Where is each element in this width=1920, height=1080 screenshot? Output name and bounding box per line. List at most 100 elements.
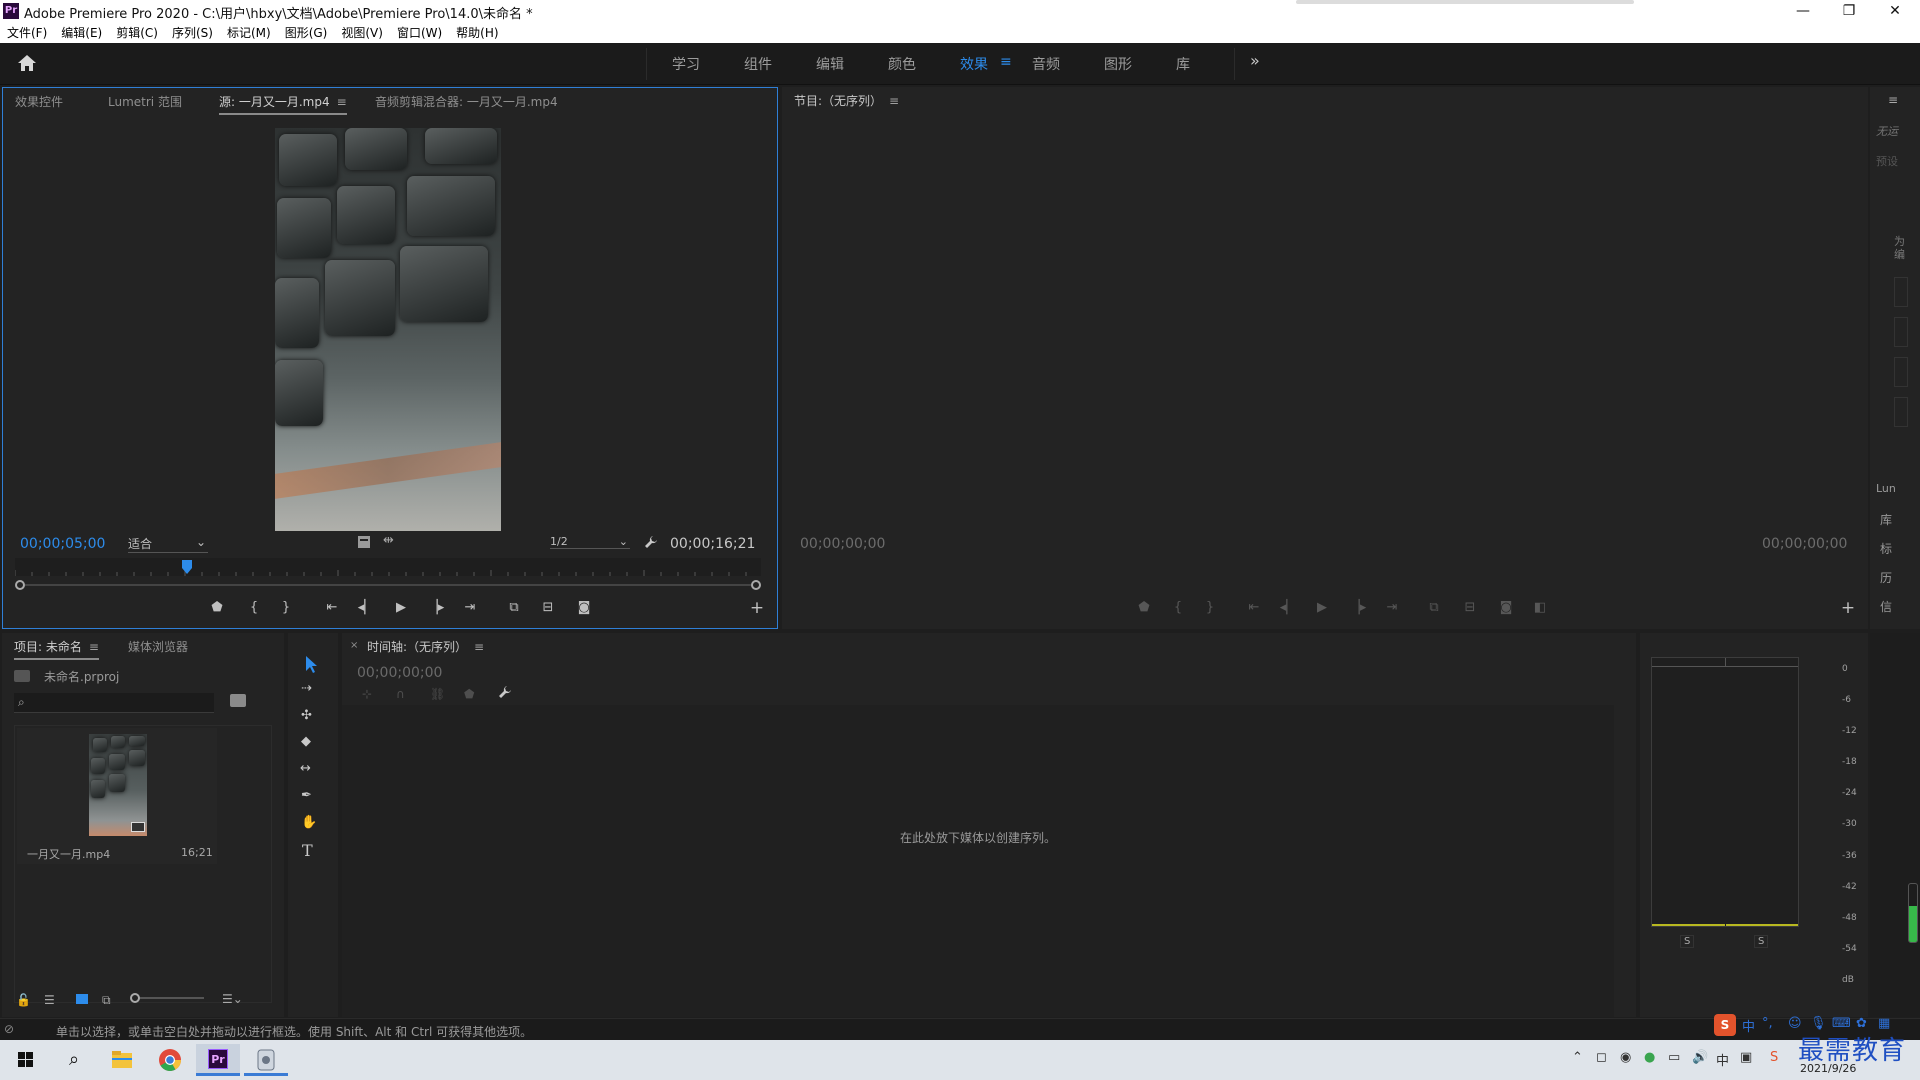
tab-lumetri-scopes[interactable]: Lumetri 范围 (108, 93, 182, 110)
comparison-view-icon[interactable]: ◧ (1528, 600, 1552, 615)
wrench-icon[interactable] (644, 535, 658, 552)
menu-clip[interactable]: 剪辑(C) (116, 24, 158, 41)
list-view-icon[interactable]: ☰ (44, 993, 55, 1007)
ripple-edit-tool-icon[interactable]: ✣ (301, 708, 312, 723)
hand-tool-icon[interactable]: ✋ (301, 815, 317, 830)
workspace-tab-color[interactable]: 颜色 (888, 54, 916, 74)
workspace-tab-editing[interactable]: 编辑 (816, 54, 844, 74)
new-bin-icon[interactable] (230, 694, 246, 707)
extract-icon[interactable]: ⊟ (1458, 600, 1482, 615)
close-button[interactable]: ✕ (1872, 0, 1918, 22)
add-marker-icon[interactable]: ⬟ (205, 600, 229, 615)
close-tab-icon[interactable]: × (350, 640, 358, 651)
pen-tool-icon[interactable]: ✒ (301, 788, 312, 803)
media-app-icon[interactable] (244, 1044, 288, 1076)
source-zoom-select[interactable]: 适合 ⌄ (128, 535, 208, 553)
slip-tool-icon[interactable]: ↔ (300, 761, 311, 776)
sort-icon[interactable]: ☰⌄ (222, 992, 243, 1006)
source-zoom-scrollbar[interactable] (15, 580, 761, 590)
ime-keyboard-icon[interactable]: ⌨ (1832, 1016, 1851, 1031)
menu-sequence[interactable]: 序列(S) (172, 24, 213, 41)
tab-effect-controls[interactable]: 效果控件 (15, 93, 63, 110)
network-icon[interactable]: ▭ (1668, 1050, 1680, 1065)
source-resolution-select[interactable]: 1/2 ⌄ (550, 535, 630, 549)
ime-toolbox-icon[interactable]: ▦ (1878, 1016, 1890, 1031)
file-explorer-icon[interactable] (100, 1044, 144, 1076)
workspace-tab-learn[interactable]: 学习 (672, 54, 700, 74)
collapsed-panel-info[interactable]: 信 (1880, 598, 1892, 615)
mark-out-icon[interactable]: } (274, 600, 298, 615)
go-to-in-icon[interactable]: ⇤ (320, 600, 344, 615)
icon-view-icon[interactable] (76, 994, 88, 1004)
go-to-out-icon[interactable]: ⇥ (1380, 600, 1404, 615)
menu-graphics[interactable]: 图形(G) (285, 24, 328, 41)
program-current-time[interactable]: 00;00;00;00 (800, 536, 885, 552)
lock-icon[interactable]: 🔓 (16, 993, 31, 1007)
project-search-input[interactable]: ⌕ (14, 693, 214, 713)
collapsed-panel-item[interactable]: 为编 (1894, 235, 1912, 261)
collapsed-panel-item[interactable]: 预设 (1876, 153, 1916, 169)
zoom-slider[interactable] (130, 993, 204, 1003)
ime-skin-icon[interactable]: ✿ (1856, 1016, 1867, 1031)
project-item[interactable]: 一月又一月.mp4 16;21 (17, 728, 217, 864)
ime-punctuation-icon[interactable]: °, (1762, 1016, 1773, 1031)
workspace-tab-assembly[interactable]: 组件 (744, 54, 772, 74)
add-marker-icon[interactable]: ⬟ (1132, 600, 1156, 615)
add-button-icon[interactable]: + (745, 598, 769, 618)
menu-markers[interactable]: 标记(M) (227, 24, 271, 41)
volume-icon[interactable]: 🔊 (1692, 1050, 1708, 1065)
workspace-overflow-button[interactable]: » (1250, 51, 1260, 70)
ime-mode[interactable]: 中 (1742, 1016, 1755, 1035)
export-frame-icon[interactable]: ◙ (572, 600, 596, 615)
search-icon[interactable]: ⌕ (52, 1044, 96, 1076)
maximize-button[interactable]: ❐ (1826, 0, 1872, 22)
sogou-icon[interactable]: S (1770, 1050, 1778, 1065)
workspace-tab-audio[interactable]: 音频 (1032, 54, 1060, 74)
timeline-drop-area[interactable]: 在此处放下媒体以创建序列。 (342, 705, 1614, 1017)
menu-file[interactable]: 文件(F) (7, 24, 47, 41)
selection-tool-icon[interactable] (300, 653, 326, 675)
timeline-settings-icon[interactable] (498, 685, 512, 702)
ime-emoji-icon[interactable]: ☺ (1788, 1016, 1802, 1031)
lift-icon[interactable]: ⧉ (1422, 600, 1446, 615)
type-tool-icon[interactable]: T (302, 841, 313, 860)
source-playhead[interactable] (181, 560, 192, 574)
go-to-out-icon[interactable]: ⇥ (458, 600, 482, 615)
step-forward-icon[interactable]: ▕▸ (424, 600, 448, 615)
play-icon[interactable]: ▶ (389, 600, 413, 615)
qq-icon[interactable]: ◉ (1620, 1050, 1631, 1065)
freeform-view-icon[interactable]: ⧉ (102, 993, 111, 1008)
drag-audio-icon[interactable]: ⇹ (383, 533, 394, 548)
premiere-taskbar-icon[interactable]: Pr (196, 1044, 240, 1076)
razor-tool-icon[interactable]: ◆ (301, 734, 311, 749)
mark-in-icon[interactable]: { (1166, 600, 1190, 615)
panel-menu-icon[interactable]: ≡ (474, 640, 484, 654)
step-forward-icon[interactable]: ▕▸ (1346, 600, 1370, 615)
panel-menu-icon[interactable]: ≡ (89, 640, 99, 654)
mark-out-icon[interactable]: } (1198, 600, 1222, 615)
tray-expand-icon[interactable]: ⌃ (1572, 1050, 1583, 1065)
panel-menu-icon[interactable]: ≡ (889, 94, 899, 108)
track-select-tool-icon[interactable]: ⇢ (301, 681, 312, 696)
add-button-icon[interactable]: + (1836, 598, 1860, 618)
ime-voice-icon[interactable]: 🎙 (1810, 1016, 1827, 1031)
input-method-icon[interactable]: 中 (1716, 1050, 1729, 1069)
snap-icon[interactable]: ∩ (396, 687, 405, 701)
security-icon[interactable]: ● (1644, 1050, 1655, 1065)
source-current-time[interactable]: 00;00;05;00 (20, 536, 105, 552)
tab-project[interactable]: 项目: 未命名 ≡ (14, 638, 99, 660)
clip-thumbnail[interactable] (89, 734, 147, 836)
tab-audio-clip-mixer[interactable]: 音频剪辑混合器: 一月又一月.mp4 (375, 93, 558, 110)
source-video-frame[interactable] (275, 128, 501, 531)
workspace-tab-effects[interactable]: 效果 (960, 54, 988, 74)
overwrite-icon[interactable]: ⊟ (536, 600, 560, 615)
nest-toggle-icon[interactable]: ⊹ (362, 687, 372, 701)
solo-right-button[interactable]: S (1754, 935, 1769, 948)
step-back-icon[interactable]: ◂▏ (354, 600, 378, 615)
insert-icon[interactable]: ⧉ (502, 600, 526, 615)
menu-view[interactable]: 视图(V) (341, 24, 383, 41)
windows-start-icon[interactable] (4, 1044, 48, 1076)
panel-menu-icon[interactable]: ≡ (1888, 93, 1898, 107)
workspace-menu-icon[interactable]: ≡ (1000, 54, 1012, 70)
notification-icon[interactable]: ▣ (1740, 1050, 1752, 1065)
